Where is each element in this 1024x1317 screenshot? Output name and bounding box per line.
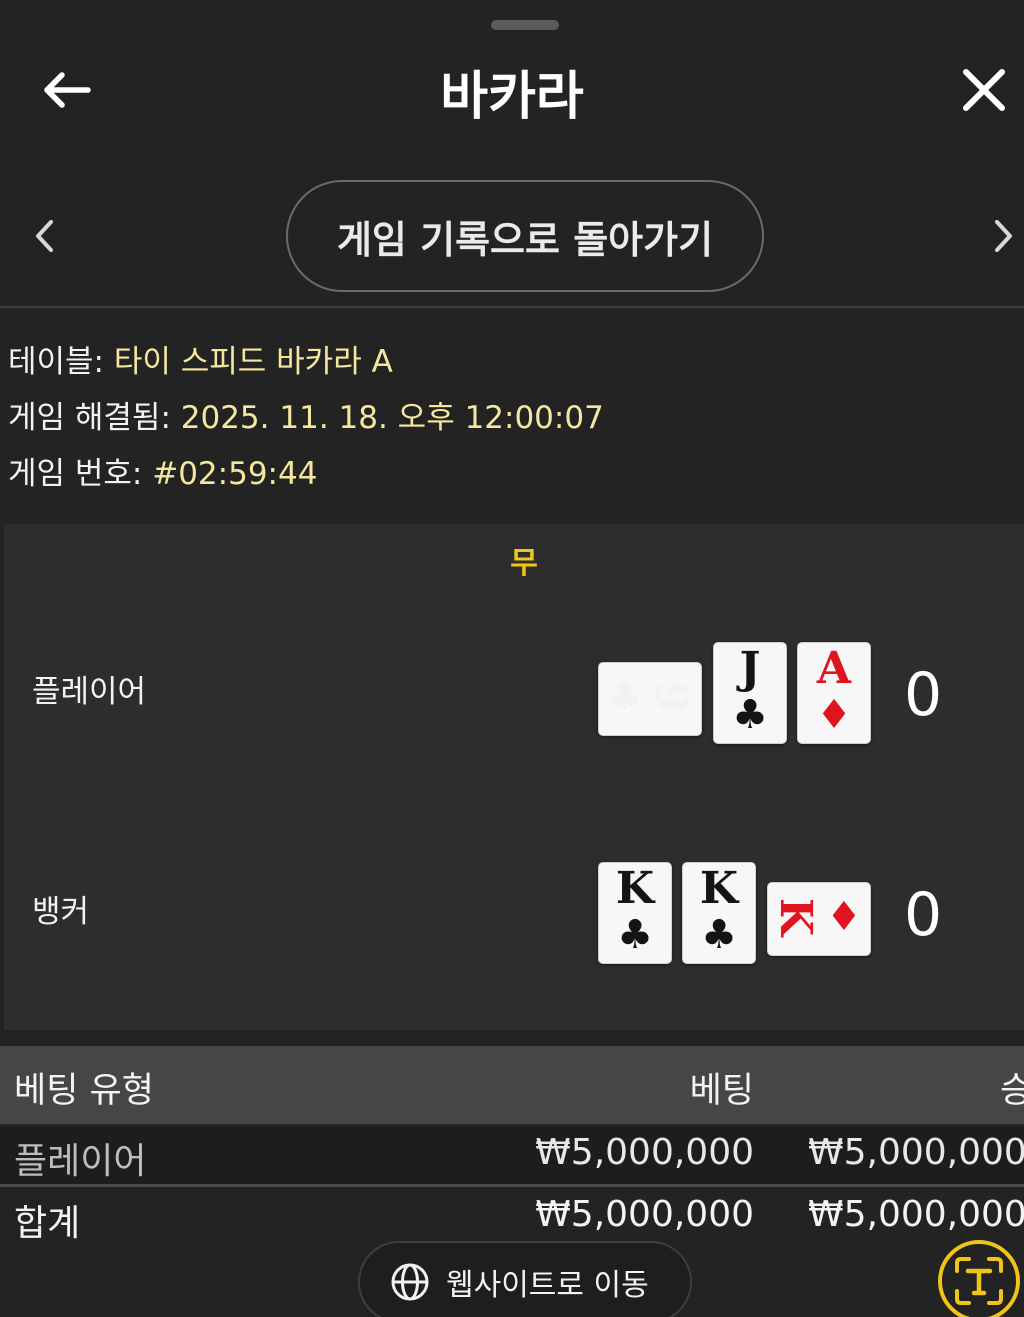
result-outcome: 무 — [510, 546, 538, 581]
arrow-left-icon — [44, 72, 91, 108]
game-navigation: 게임 기록으로 돌아가기 — [0, 180, 1024, 292]
game-number-info: 게임 번호: #02:59:44 — [8, 448, 317, 493]
table-label: 테이블: — [8, 344, 114, 380]
header-bet: 베팅 — [689, 1071, 754, 1111]
result-panel: 무 플레이어 ♣ 9 J ♣ A ♦ 0 뱅커 K ♣ K ♣ K ♦ 0 — [4, 524, 1024, 1030]
game-number-value: #02:59:44 — [152, 456, 318, 492]
text-scan-button[interactable] — [938, 1240, 1020, 1317]
header-win: 승 — [1000, 1071, 1024, 1111]
banker-card-1: K ♣ — [598, 862, 672, 964]
card-rank: K — [770, 897, 822, 937]
back-to-history-button[interactable]: 게임 기록으로 돌아가기 — [286, 180, 764, 292]
globe-icon — [390, 1262, 430, 1302]
total-win-amount: ₩5,000,000 — [808, 1194, 1024, 1235]
player-label: 플레이어 — [32, 674, 147, 710]
row-win-amount: ₩5,000,000 — [808, 1132, 1024, 1173]
row-divider — [0, 1184, 1024, 1187]
card-rank: A — [816, 643, 852, 694]
table-value: 타이 스피드 바카라 A — [113, 344, 393, 380]
card-suit: ♦ — [826, 894, 862, 940]
banker-label: 뱅커 — [32, 894, 90, 930]
resolved-value: 2025. 11. 18. 오후 12:00:07 — [180, 400, 604, 436]
resolved-label: 게임 해결됨: — [8, 400, 181, 436]
chevron-left-icon — [36, 220, 53, 252]
player-card-1: ♣ 9 — [598, 662, 702, 736]
go-to-website-button[interactable]: 웹사이트로 이동 — [358, 1241, 692, 1317]
page-title: 바카라 — [440, 67, 584, 127]
card-rank: K — [615, 863, 655, 914]
card-rank: K — [699, 863, 739, 914]
go-to-website-label: 웹사이트로 이동 — [446, 1268, 649, 1303]
table-row: 플레이어 ₩5,000,000 ₩5,000,000 — [0, 1126, 1024, 1184]
game-number-label: 게임 번호: — [8, 456, 153, 492]
close-icon — [963, 69, 1005, 111]
card-suit: ♦ — [816, 692, 852, 738]
row-bet-type: 플레이어 — [14, 1141, 147, 1182]
card-suit: ♣ — [732, 692, 768, 738]
divider — [0, 306, 1024, 308]
previous-game-button[interactable] — [24, 216, 64, 256]
banker-score: 0 — [904, 880, 943, 950]
player-card-2: J ♣ — [713, 642, 787, 744]
back-button[interactable] — [36, 62, 96, 118]
chevron-right-icon — [995, 220, 1012, 252]
header-bet-type: 베팅 유형 — [14, 1071, 154, 1111]
card-rank: J — [739, 643, 761, 694]
row-bet-amount: ₩5,000,000 — [535, 1132, 754, 1173]
table-info: 테이블: 타이 스피드 바카라 A — [8, 336, 393, 381]
card-suit: ♣ — [701, 912, 737, 958]
sheet-grabber[interactable] — [491, 20, 559, 30]
table-total-row: 합계 ₩5,000,000 ₩5,000,000 — [0, 1188, 1024, 1248]
banker-card-2: K ♣ — [682, 862, 756, 964]
text-scan-icon — [955, 1257, 1003, 1305]
bets-table-header: 베팅 유형 베팅 승 — [0, 1046, 1024, 1124]
close-button[interactable] — [952, 62, 1016, 118]
player-card-3: A ♦ — [797, 642, 871, 744]
card-suit: ♣ — [607, 674, 643, 720]
resolved-info: 게임 해결됨: 2025. 11. 18. 오후 12:00:07 — [8, 392, 604, 437]
total-label: 합계 — [14, 1203, 81, 1244]
card-suit: ♣ — [617, 912, 653, 958]
total-bet-amount: ₩5,000,000 — [535, 1194, 754, 1235]
top-bar: 바카라 — [0, 40, 1024, 140]
banker-card-3: K ♦ — [767, 882, 871, 956]
card-rank: 9 — [645, 681, 697, 713]
player-score: 0 — [904, 660, 943, 730]
next-game-button[interactable] — [984, 216, 1024, 256]
